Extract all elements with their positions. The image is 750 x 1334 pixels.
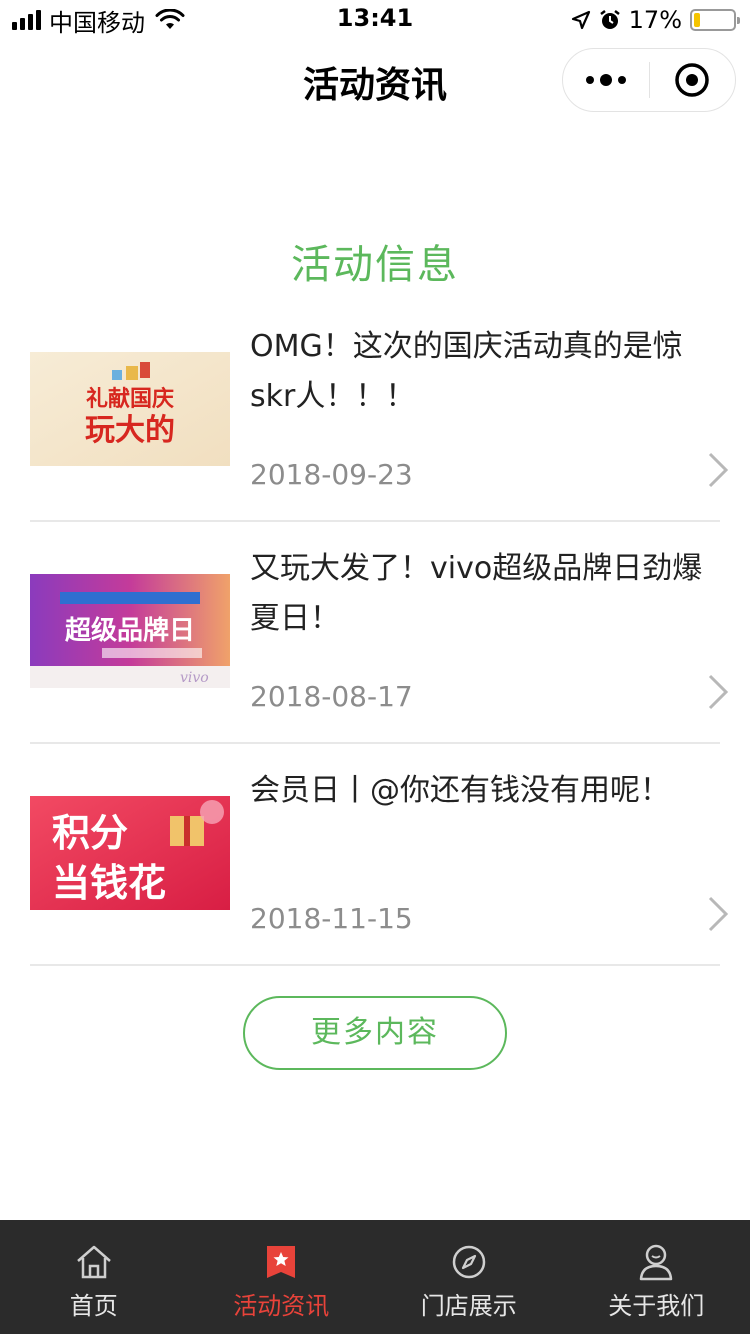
news-date: 2018-09-23 (250, 458, 413, 491)
tab-bar: 首页 活动资讯 门店展示 关于我们 (0, 1220, 750, 1334)
thumb-text: 超级品牌日 (65, 615, 195, 646)
user-icon (636, 1242, 676, 1282)
news-thumbnail: 超级品牌日 vivo (30, 574, 230, 688)
status-right: 17% (571, 6, 740, 34)
news-title: 会员日丨@你还有钱没有用呢！ (250, 773, 670, 808)
mini-program-capsule (562, 48, 736, 112)
tab-stores[interactable]: 门店展示 (375, 1220, 563, 1334)
news-title: OMG！这次的国庆活动真的是惊skr人！！！ (250, 329, 683, 414)
news-item[interactable]: 积分 当钱花 会员日丨@你还有钱没有用呢！ 2018-11-15 (30, 744, 729, 966)
tab-label: 首页 (69, 1292, 118, 1320)
news-date: 2018-08-17 (250, 680, 413, 713)
section-title: 活动信息 (291, 242, 459, 288)
target-close-icon[interactable] (650, 48, 736, 112)
tab-home[interactable]: 首页 (0, 1220, 188, 1334)
star-bookmark-icon (261, 1242, 301, 1282)
tab-about[interactable]: 关于我们 (563, 1220, 750, 1334)
status-bar: 中国移动 13:41 17% (0, 0, 750, 40)
news-list: 礼献国庆 玩大的 OMG！这次的国庆活动真的是惊skr人！！！ 2018-09-… (30, 300, 729, 966)
news-thumbnail: 积分 当钱花 (30, 796, 230, 910)
more-content-button[interactable]: 更多内容 (243, 996, 507, 1070)
news-title: 又玩大发了！vivo超级品牌日劲爆夏日！ (250, 551, 703, 636)
svg-text:vivo: vivo (180, 670, 209, 686)
thumb-text-line1: 礼献国庆 (86, 386, 174, 412)
chevron-right-icon (708, 452, 729, 488)
location-arrow-icon (571, 10, 590, 30)
news-item[interactable]: 礼献国庆 玩大的 OMG！这次的国庆活动真的是惊skr人！！！ 2018-09-… (30, 300, 729, 522)
news-date: 2018-11-15 (250, 902, 413, 935)
tab-label: 活动资讯 (233, 1292, 330, 1320)
home-icon (74, 1242, 114, 1282)
tab-label: 门店展示 (420, 1292, 517, 1320)
app-screen: 中国移动 13:41 17% 活动资讯 活动信息 礼献国庆 玩大的 OMG！这次… (0, 0, 750, 1334)
battery-level (694, 13, 700, 27)
more-dots-icon[interactable] (563, 48, 649, 112)
thumb-text-line2: 当钱花 (52, 861, 166, 905)
tab-label: 关于我们 (608, 1292, 705, 1320)
tab-activity-news[interactable]: 活动资讯 (188, 1220, 376, 1334)
thumb-text-line2: 玩大的 (85, 413, 175, 448)
news-thumbnail: 礼献国庆 玩大的 (30, 352, 230, 466)
news-item[interactable]: 超级品牌日 vivo 又玩大发了！vivo超级品牌日劲爆夏日！ 2018-08-… (30, 522, 729, 744)
battery-icon (690, 9, 740, 31)
battery-percent: 17% (628, 6, 682, 34)
compass-icon (449, 1242, 489, 1282)
chevron-right-icon (708, 896, 729, 932)
thumb-text-line1: 积分 (52, 811, 128, 855)
alarm-clock-icon (599, 10, 620, 29)
chevron-right-icon (708, 674, 729, 710)
nav-bar: 活动资讯 (0, 40, 750, 120)
